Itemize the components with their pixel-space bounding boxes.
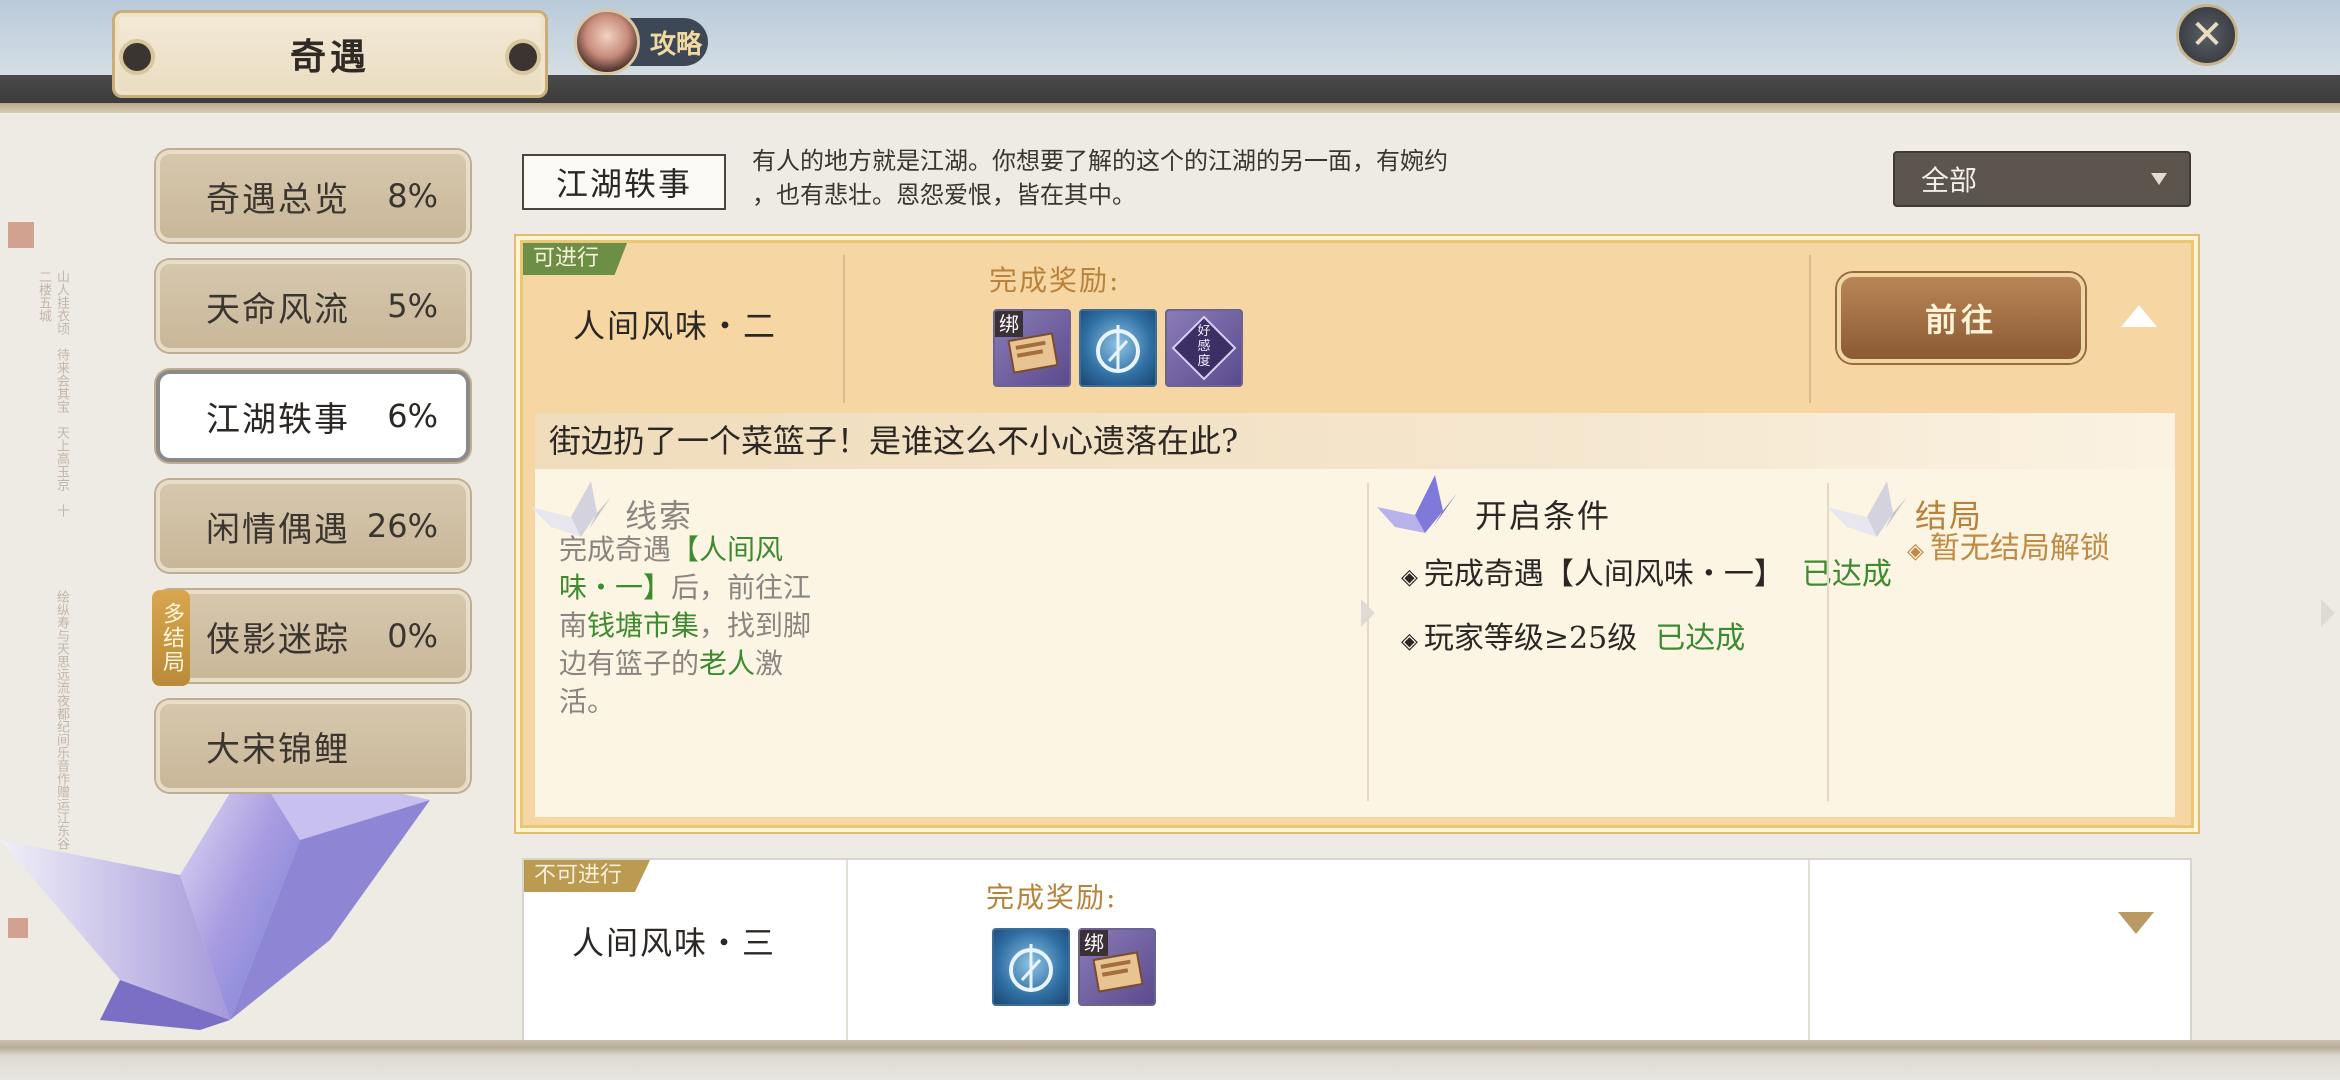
sidebar-item-label: 侠影迷踪 <box>206 619 350 660</box>
clue-text: 完成奇遇【人间风味・一】后，前往江南钱塘市集，找到脚边有篮子的老人激活。 <box>559 531 834 721</box>
close-icon: ✕ <box>2190 12 2224 58</box>
page-title-tab: 奇遇 <box>112 10 548 98</box>
book-item-icon[interactable]: 绑 <box>1078 928 1156 1006</box>
sidebar-item-overview[interactable]: 奇遇总览 8% <box>156 150 470 242</box>
divider <box>1367 483 1369 801</box>
guide-button[interactable]: 攻略 <box>574 9 708 75</box>
page-title: 奇遇 <box>289 36 370 78</box>
sidebar-item-jianghu[interactable]: 江湖轶事 6% <box>156 370 470 462</box>
sidebar-item-xianqing[interactable]: 闲情偶遇 26% <box>156 480 470 572</box>
guide-label: 攻略 <box>650 29 703 60</box>
category-description: 有人的地方就是江湖。你想要了解的这个的江湖的另一面，有婉约 ，也有悲壮。恩怨爱恨… <box>752 144 1652 212</box>
encounter-name: 人间风味・三 <box>572 924 777 962</box>
category-tag: 江湖轶事 <box>522 154 726 210</box>
condition-row: ◈ 完成奇遇【人间风味・一】 已达成 <box>1401 549 1892 593</box>
clue-part: 完成奇遇 <box>559 533 672 566</box>
condition-row: ◈ 玩家等级≥25级 已达成 <box>1401 613 1745 657</box>
reward-label: 完成奖励: <box>986 881 1118 914</box>
status-flag: 可进行 <box>523 243 628 275</box>
ending-text-value: 暂无结局解锁 <box>1929 531 2110 566</box>
condition-state: 已达成 <box>1801 557 1892 592</box>
compass-item-icon[interactable] <box>992 928 1070 1006</box>
close-button[interactable]: ✕ <box>2176 4 2238 66</box>
category-description-line: 有人的地方就是江湖。你想要了解的这个的江湖的另一面，有婉约 <box>752 147 1448 175</box>
condition-text: 完成奇遇【人间风味・一】 <box>1423 557 1784 592</box>
sidebar-item-percent: 5% <box>387 287 438 325</box>
divider <box>1808 860 1810 1048</box>
decorative-calligraphy: 山人挂衣顷 待来会其宝 天上高玉京 十二楼五城 <box>36 270 69 517</box>
paper-crane-icon <box>531 481 611 537</box>
seal-stamp-icon <box>8 222 34 248</box>
compass-glyph-icon <box>1096 325 1140 373</box>
sidebar-item-percent: 0% <box>387 617 438 655</box>
arrow-right-icon <box>2321 599 2335 627</box>
favor-glyph-char: 好感度 <box>1197 324 1210 369</box>
bind-tag: 绑 <box>995 311 1023 337</box>
sidebar-item-xiaying[interactable]: 侠影迷踪 0% <box>156 590 470 682</box>
diamond-bullet-icon: ◈ <box>1401 629 1418 654</box>
book-item-icon[interactable]: 绑 <box>993 309 1071 387</box>
filter-dropdown[interactable]: 全部 <box>1893 151 2191 207</box>
favor-item-icon[interactable]: 好感度 <box>1165 309 1243 387</box>
top-strip-line <box>0 103 2340 113</box>
divider <box>843 255 845 403</box>
sidebar-item-label: 天命风流 <box>206 289 350 330</box>
bottom-bar <box>0 1040 2340 1080</box>
sidebar-item-percent: 8% <box>387 177 438 215</box>
encounter-card-expanded[interactable]: 可进行 人间风味・二 完成奖励: 绑 好感度 前往 街边扔了一个菜篮子！是谁这么… <box>520 240 2335 828</box>
category-description-line: ，也有悲壮。恩怨爱恨，皆在其中。 <box>752 181 1136 209</box>
sidebar-item-jinli[interactable]: 大宋锦鲤 <box>156 700 470 792</box>
condition-heading: 开启条件 <box>1475 497 1612 535</box>
sidebar-item-label: 奇遇总览 <box>206 179 350 220</box>
collapse-arrow-icon[interactable] <box>2121 305 2157 327</box>
expand-arrow-icon[interactable] <box>2118 912 2154 934</box>
guide-avatar <box>574 9 640 75</box>
encounter-detail-panel: 街边扔了一个菜篮子！是谁这么不小心遗落在此? 线索 完成奇遇【人间风味・一】后，… <box>531 413 2335 817</box>
tab-knob-right-icon <box>505 39 541 75</box>
condition-state: 已达成 <box>1655 621 1746 656</box>
tab-knob-left-icon <box>119 39 155 75</box>
sidebar-item-label: 大宋锦鲤 <box>206 729 350 770</box>
sidebar-item-percent: 26% <box>366 507 438 545</box>
reward-label: 完成奖励: <box>989 264 1121 297</box>
favor-glyph-icon: 好感度 <box>1171 315 1237 381</box>
sidebar-item-label: 江湖轶事 <box>206 399 350 440</box>
encounter-card-collapsed[interactable]: 不可进行 人间风味・三 完成奖励: 绑 <box>522 858 2192 1048</box>
paper-crane-purple-icon <box>1377 475 1457 533</box>
encounter-name: 人间风味・二 <box>573 307 778 345</box>
clue-highlight: 老人 <box>699 647 756 680</box>
condition-text: 玩家等级≥25级 <box>1423 621 1638 656</box>
diamond-bullet-icon: ◈ <box>1907 539 1924 564</box>
sidebar-item-tianming[interactable]: 天命风流 5% <box>156 260 470 352</box>
compass-item-icon[interactable] <box>1079 309 1157 387</box>
compass-glyph-icon <box>1009 944 1053 992</box>
paper-crane-icon <box>1827 481 1907 537</box>
divider <box>846 860 848 1048</box>
filter-selected-value: 全部 <box>1921 164 1978 197</box>
status-flag: 不可进行 <box>524 860 651 892</box>
multi-ending-badge: 多结局 <box>152 590 190 686</box>
clue-highlight: 钱塘市集 <box>587 609 700 642</box>
encounter-description: 街边扔了一个菜篮子！是谁这么不小心遗落在此? <box>535 413 2175 469</box>
go-button[interactable]: 前往 <box>1837 273 2085 363</box>
dropdown-arrow-icon <box>2151 173 2167 185</box>
ending-text: ◈ 暂无结局解锁 <box>1907 523 2110 567</box>
sidebar-item-percent: 6% <box>387 397 438 435</box>
sidebar-item-label: 闲情偶遇 <box>206 509 350 550</box>
bind-tag: 绑 <box>1080 930 1108 956</box>
divider <box>1809 255 1811 403</box>
diamond-bullet-icon: ◈ <box>1401 565 1418 590</box>
